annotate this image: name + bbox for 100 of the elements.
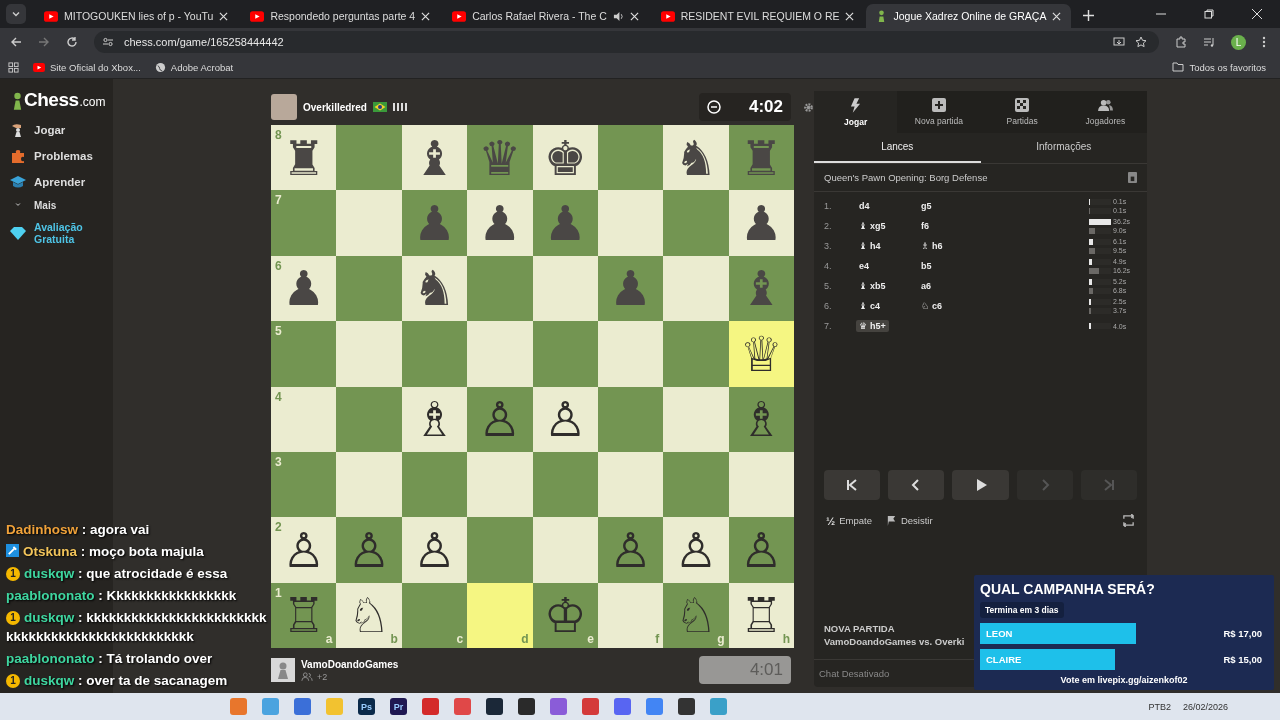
reload-icon[interactable] (66, 36, 78, 48)
move-notation[interactable]: ♘ c6 (918, 300, 980, 312)
sidebar-item[interactable]: Aprender (0, 169, 113, 195)
move-notation[interactable]: e4 (856, 260, 918, 272)
move-notation[interactable]: ♝ xg5 (856, 220, 918, 232)
resign-button[interactable]: Desistir (885, 515, 933, 526)
browser-tab[interactable]: Jogue Xadrez Online de GRAÇA (866, 4, 1072, 28)
close-icon[interactable] (629, 11, 639, 21)
move-notation[interactable]: a6 (918, 280, 980, 292)
close-icon[interactable] (845, 11, 855, 21)
close-icon[interactable] (1052, 11, 1062, 21)
close-icon[interactable] (421, 11, 431, 21)
board-square[interactable]: ♚ (532, 125, 598, 191)
first-move-button[interactable] (824, 470, 881, 500)
board-square[interactable] (336, 255, 402, 322)
sidebar-item[interactable]: Problemas (0, 143, 113, 169)
board-square[interactable]: ♝ (401, 125, 468, 191)
forward-icon[interactable] (38, 36, 50, 48)
new-tab-icon[interactable] (1083, 10, 1095, 21)
panel-tab[interactable]: Lances (814, 133, 981, 163)
board-square[interactable]: ♙ (532, 386, 598, 452)
chess-piece[interactable]: ♙ (478, 395, 522, 444)
tab-list-button[interactable] (6, 4, 26, 24)
board-square[interactable]: ♙ (467, 386, 533, 452)
taskbar-app-icon[interactable] (646, 698, 663, 715)
back-icon[interactable] (10, 36, 22, 48)
board-square[interactable] (597, 321, 664, 387)
board-square[interactable] (401, 451, 468, 518)
board-square[interactable] (597, 190, 664, 256)
sidebar-item[interactable]: Mais (0, 195, 113, 216)
board-square[interactable]: ♙ (728, 517, 794, 583)
chess-piece[interactable]: ♙ (609, 525, 653, 574)
move-notation[interactable]: ♛ h5+ (856, 320, 889, 332)
taskbar-app-icon[interactable]: Pr (390, 698, 407, 715)
board-square[interactable] (597, 125, 664, 191)
site-info-icon[interactable] (102, 36, 114, 48)
board-square[interactable] (597, 451, 664, 518)
chess-piece[interactable]: ♖ (282, 591, 326, 640)
move-notation[interactable]: ♝ xb5 (856, 280, 918, 292)
move-notation[interactable]: ♗ h6 (918, 240, 980, 252)
board-square[interactable] (532, 451, 598, 518)
taskbar-app-icon[interactable] (294, 698, 311, 715)
extensions-icon[interactable] (1175, 36, 1187, 48)
board-square[interactable]: ♟ (467, 190, 533, 256)
browser-tab[interactable]: Respondedo perguntas parte 4 (240, 4, 441, 28)
chess-piece[interactable]: ♚ (543, 133, 587, 182)
apps-grid-icon[interactable] (8, 61, 19, 73)
chess-piece[interactable]: ♞ (674, 133, 718, 182)
board-square[interactable]: ♗ (728, 386, 794, 452)
browser-tab[interactable]: MITOGOUKEN lies of p - YouTu (34, 4, 239, 28)
book-icon[interactable] (1128, 172, 1137, 183)
board-square[interactable]: ♟ (728, 190, 794, 256)
nav-tab[interactable]: Jogadores (1063, 91, 1147, 133)
all-bookmarks-link[interactable]: Todos os favoritos (1172, 61, 1266, 73)
move-notation[interactable]: ♝ h4 (856, 240, 918, 252)
taskbar-date[interactable]: 26/02/2026 (1182, 701, 1228, 712)
board-square[interactable]: ♞ (401, 255, 468, 322)
move-notation[interactable]: b5 (918, 260, 980, 272)
board-square[interactable] (467, 255, 533, 322)
board-square[interactable]: ♙ (401, 517, 468, 583)
chess-piece[interactable]: ♝ (412, 133, 456, 182)
chess-piece[interactable]: ♖ (739, 591, 783, 640)
address-bar[interactable]: chess.com/game/165258444442 (94, 31, 1159, 53)
chess-piece[interactable]: ♘ (674, 591, 718, 640)
board-square[interactable]: ♕ (728, 321, 794, 387)
browser-tab[interactable]: Carlos Rafael Rivera - The C (442, 4, 649, 28)
media-icon[interactable] (1203, 36, 1215, 48)
chess-piece[interactable]: ♙ (412, 525, 456, 574)
board-square[interactable]: ♙ (663, 517, 729, 583)
prev-move-button[interactable] (888, 470, 945, 500)
nav-tab[interactable]: Nova partida (897, 91, 981, 133)
board-square[interactable] (663, 451, 729, 518)
chess-logo[interactable]: Chess.com (0, 89, 113, 117)
move-notation[interactable]: f6 (918, 220, 980, 232)
chess-piece[interactable]: ♟ (478, 199, 522, 248)
panel-tab[interactable]: Informações (980, 133, 1147, 163)
player-name[interactable]: VamoDoandoGames (301, 658, 399, 670)
taskbar-app-icon[interactable] (550, 698, 567, 715)
board-square[interactable] (467, 451, 533, 518)
chess-piece[interactable]: ♟ (282, 264, 326, 313)
browser-tab[interactable]: RESIDENT EVIL REQUIEM O RE (650, 4, 865, 28)
board-square[interactable] (663, 255, 729, 322)
chess-piece[interactable]: ♔ (543, 591, 587, 640)
board-square[interactable]: ♗ (401, 386, 468, 452)
taskbar-app-icon[interactable]: Ps (358, 698, 375, 715)
chess-piece[interactable]: ♜ (282, 133, 326, 182)
flip-board-icon[interactable] (1122, 514, 1135, 527)
settings-icon[interactable] (803, 101, 814, 113)
taskbar-app-icon[interactable] (614, 698, 631, 715)
move-notation[interactable]: g5 (918, 200, 980, 212)
board-square[interactable]: ♙ (597, 517, 664, 583)
keyboard-layout[interactable]: PTB2 (1148, 701, 1171, 712)
draw-button[interactable]: ½ Empate (826, 514, 872, 527)
chess-piece[interactable]: ♞ (412, 264, 456, 313)
chess-piece[interactable]: ♙ (347, 525, 391, 574)
taskbar-app-icon[interactable] (678, 698, 695, 715)
taskbar-app-icon[interactable] (454, 698, 471, 715)
taskbar-app-icon[interactable] (486, 698, 503, 715)
play-move-button[interactable] (952, 470, 1009, 500)
close-icon[interactable] (1252, 9, 1262, 19)
